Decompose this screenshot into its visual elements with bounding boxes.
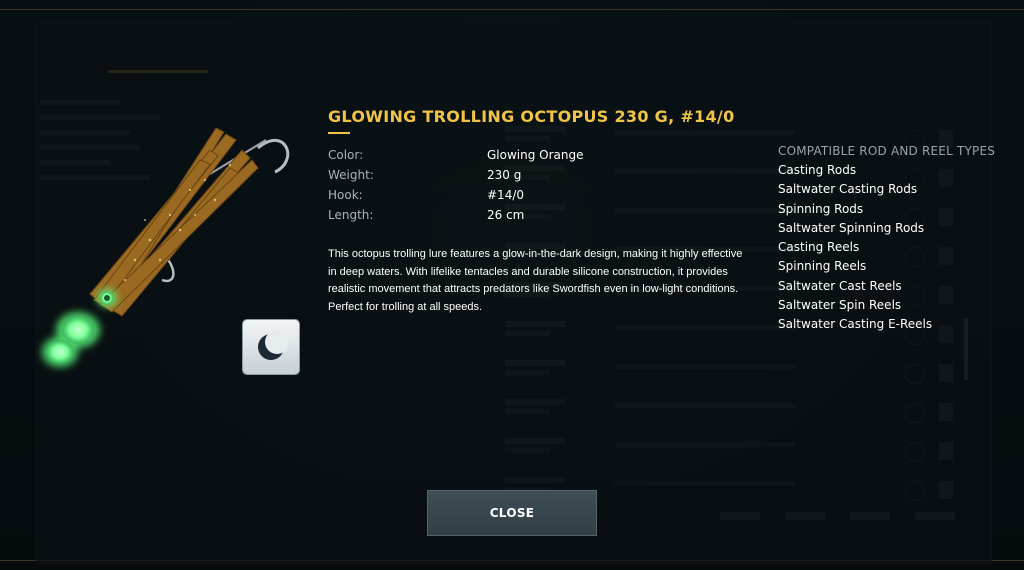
property-label: Color: <box>328 148 364 162</box>
compatible-type-item: Saltwater Casting Rods <box>778 182 918 197</box>
property-value: 230 g <box>487 168 522 182</box>
compatible-type-item: Saltwater Spin Reels <box>778 298 902 313</box>
property-weight: Weight: 230 g <box>328 168 658 188</box>
compatible-type-item: Saltwater Spinning Rods <box>778 220 925 235</box>
item-title: GLOWING TROLLING OCTOPUS 230 G, #14/0 <box>328 107 735 126</box>
property-label: Weight: <box>328 168 374 182</box>
compatible-type-item: Saltwater Casting E-Reels <box>778 317 933 332</box>
property-value: Glowing Orange <box>487 148 584 162</box>
night-mode-toggle-button[interactable] <box>243 320 299 374</box>
compatible-type-item: Saltwater Cast Reels <box>778 278 902 293</box>
moon-icon <box>258 330 288 360</box>
compatible-type-item: Spinning Reels <box>778 259 867 274</box>
title-underline <box>328 132 350 134</box>
property-length: Length: 26 cm <box>328 208 658 228</box>
property-hook: Hook: #14/0 <box>328 188 658 208</box>
close-button[interactable]: CLOSE <box>427 490 597 536</box>
compatible-type-item: Casting Rods <box>778 163 857 177</box>
item-description: This octopus trolling lure features a gl… <box>328 248 743 313</box>
property-value: #14/0 <box>487 188 525 202</box>
compatible-type-item: Casting Reels <box>778 240 860 255</box>
compatible-type-item: Spinning Rods <box>778 201 864 216</box>
property-label: Hook: <box>328 188 363 202</box>
property-value: 26 cm <box>487 208 525 222</box>
property-color: Color: Glowing Orange <box>328 148 658 168</box>
compatible-types-heading: COMPATIBLE ROD AND REEL TYPES <box>778 144 996 158</box>
item-properties: Color: Glowing Orange Weight: 230 g Hook… <box>328 148 658 228</box>
compatible-types-panel: COMPATIBLE ROD AND REEL TYPES Casting Ro… <box>778 144 1008 335</box>
property-label: Length: <box>328 208 374 222</box>
